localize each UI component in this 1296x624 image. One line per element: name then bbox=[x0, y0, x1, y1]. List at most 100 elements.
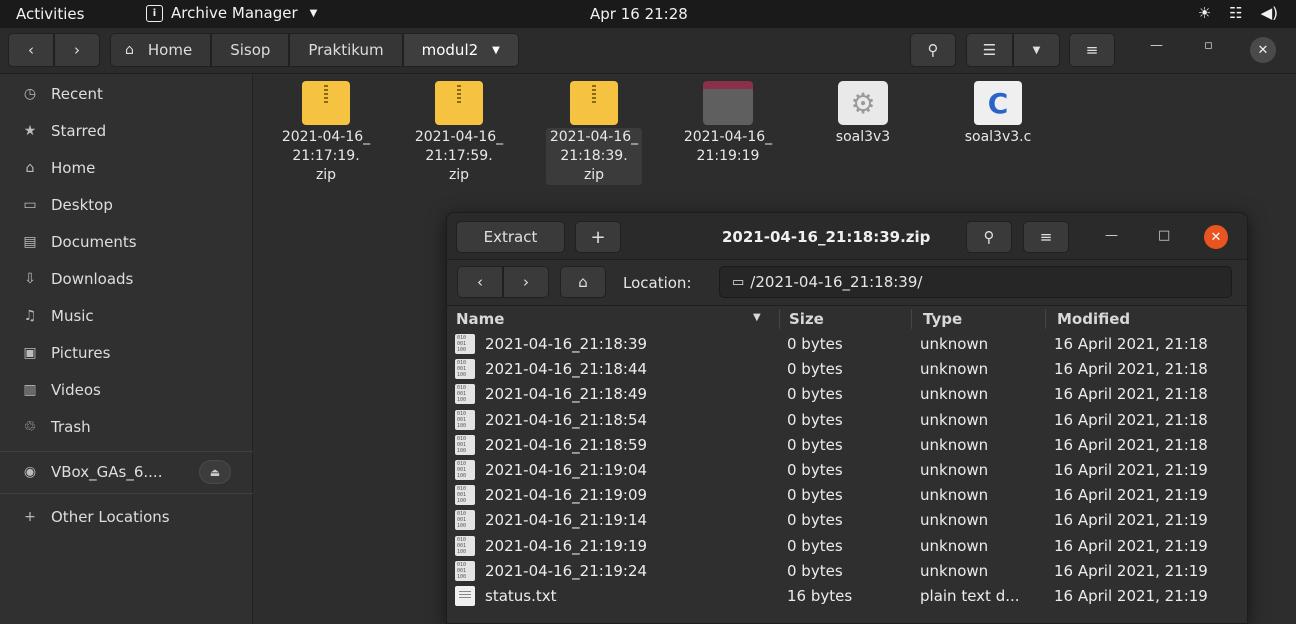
path-bar: ⌂ Home Sisop Praktikum modul2 ▼ bbox=[110, 33, 519, 67]
cell-size: 0 bytes bbox=[787, 561, 843, 580]
file-label: soal3v3.c bbox=[964, 129, 1032, 145]
binary-icon: 010 001 100 bbox=[455, 409, 475, 430]
file-item[interactable]: C soal3v3.c bbox=[938, 80, 1058, 147]
table-row[interactable]: 010 001 100 2021-04-16_21:18:44 0 bytes unkno… bbox=[447, 357, 1247, 382]
table-row[interactable]: 010 001 100 2021-04-16_21:18:39 0 bytes unkno… bbox=[447, 332, 1247, 357]
archive-manager-window: Extract + 2021-04-16_21:18:39.zip ⚲ ≡ — … bbox=[446, 212, 1248, 624]
close-button[interactable]: ✕ bbox=[1250, 37, 1276, 63]
table-row[interactable]: 010 001 100 2021-04-16_21:19:19 0 bytes unkno… bbox=[447, 534, 1247, 559]
location-field[interactable]: ▭ /2021-04-16_21:18:39/ bbox=[719, 266, 1232, 298]
sidebar-item-label: Home bbox=[51, 159, 96, 177]
sidebar-item-documents[interactable]: ▤ Documents bbox=[0, 224, 253, 260]
column-headers: Name ▼ Size Type Modified bbox=[447, 307, 1247, 331]
search-button[interactable]: ⚲ bbox=[966, 221, 1012, 253]
sidebar-item-music[interactable]: ♫ Music bbox=[0, 298, 253, 334]
table-row[interactable]: 010 001 100 2021-04-16_21:18:59 0 bytes unkno… bbox=[447, 433, 1247, 458]
table-row[interactable]: 010 001 100 2021-04-16_21:18:54 0 bytes unkno… bbox=[447, 408, 1247, 433]
minimize-button[interactable]: — bbox=[1105, 228, 1118, 243]
sidebar-item-desktop[interactable]: ▭ Desktop bbox=[0, 187, 253, 223]
sidebar-divider bbox=[0, 451, 253, 452]
crumb-home[interactable]: ⌂ Home bbox=[110, 33, 212, 67]
sidebar-item-label: Other Locations bbox=[51, 508, 170, 526]
back-button[interactable]: ‹ bbox=[457, 266, 503, 298]
add-files-button[interactable]: + bbox=[575, 221, 621, 253]
cell-type: unknown bbox=[920, 536, 989, 555]
file-item[interactable]: 2021-04-16_ 21:17:59. zip bbox=[399, 80, 519, 185]
sidebar-item-downloads[interactable]: ⇩ Downloads bbox=[0, 261, 253, 297]
sidebar-item-home[interactable]: ⌂ Home bbox=[0, 150, 253, 186]
view-list-button[interactable]: ☰ bbox=[966, 33, 1013, 67]
sidebar-item-label: Videos bbox=[51, 381, 101, 399]
crumb-sisop[interactable]: Sisop bbox=[211, 33, 290, 67]
volume-icon[interactable]: ◀) bbox=[1261, 4, 1278, 22]
cell-type: unknown bbox=[920, 435, 989, 454]
table-row[interactable]: 010 001 100 2021-04-16_21:19:14 0 bytes unkno… bbox=[447, 508, 1247, 533]
binary-icon: 010 001 100 bbox=[455, 384, 475, 405]
view-options-button[interactable]: ▼ bbox=[1013, 33, 1060, 67]
documents-icon: ▤ bbox=[23, 234, 37, 250]
file-item[interactable]: 2021-04-16_ 21:17:19. zip bbox=[266, 80, 386, 185]
cell-name: 2021-04-16_21:18:59 bbox=[485, 435, 648, 454]
close-button[interactable]: ✕ bbox=[1204, 225, 1228, 249]
sidebar-item-starred[interactable]: ★ Starred bbox=[0, 113, 253, 149]
column-type[interactable]: Type bbox=[923, 310, 962, 328]
folder-icon bbox=[703, 80, 753, 126]
top-bar: Activities i Archive Manager ▼ Apr 16 21… bbox=[0, 0, 1296, 28]
cell-size: 0 bytes bbox=[787, 410, 843, 429]
search-icon: ⚲ bbox=[927, 41, 939, 59]
table-row[interactable]: 010 001 100 2021-04-16_21:19:04 0 bytes unkno… bbox=[447, 458, 1247, 483]
sidebar-item-pictures[interactable]: ▣ Pictures bbox=[0, 335, 253, 371]
file-item[interactable]: ⚙ soal3v3 bbox=[803, 80, 923, 147]
system-tray[interactable]: ☀ ☷ ◀) bbox=[1198, 4, 1278, 22]
back-button[interactable]: ‹ bbox=[8, 33, 54, 67]
table-row[interactable]: status.txt 16 bytes plain text d... 16 Apri… bbox=[447, 584, 1247, 609]
app-menu[interactable]: i Archive Manager ▼ bbox=[146, 4, 317, 22]
crumb-label: Sisop bbox=[230, 41, 271, 59]
cell-modified: 16 April 2021, 21:18 bbox=[1054, 410, 1208, 429]
cell-name: 2021-04-16_21:19:04 bbox=[485, 461, 648, 479]
eject-button[interactable]: ⏏ bbox=[199, 460, 231, 484]
extract-button[interactable]: Extract bbox=[456, 221, 565, 253]
maximize-button[interactable]: ▫ bbox=[1204, 38, 1213, 53]
table-row[interactable]: 010 001 100 2021-04-16_21:19:09 0 bytes unkno… bbox=[447, 483, 1247, 508]
accessibility-icon[interactable]: ☀ bbox=[1198, 4, 1211, 22]
forward-button[interactable]: › bbox=[503, 266, 549, 298]
menu-button[interactable]: ≡ bbox=[1069, 33, 1115, 67]
file-item[interactable]: 2021-04-16_ 21:19:19 bbox=[668, 80, 788, 166]
sidebar-item-trash[interactable]: ♲ Trash bbox=[0, 409, 253, 445]
column-modified[interactable]: Modified bbox=[1057, 310, 1130, 328]
activities-button[interactable]: Activities bbox=[16, 5, 84, 23]
crumb-praktikum[interactable]: Praktikum bbox=[289, 33, 403, 67]
cell-modified: 16 April 2021, 21:19 bbox=[1054, 461, 1208, 479]
sidebar-item-label: VBox_GAs_6.... bbox=[51, 463, 163, 481]
location-label: Location: bbox=[623, 274, 692, 292]
crumb-label: Praktikum bbox=[308, 41, 384, 59]
zip-archive-icon bbox=[301, 80, 351, 126]
sidebar-item-videos[interactable]: ▥ Videos bbox=[0, 372, 253, 408]
sidebar-item-recent[interactable]: ◷ Recent bbox=[0, 76, 253, 112]
minimize-button[interactable]: — bbox=[1150, 38, 1163, 53]
home-button[interactable]: ⌂ bbox=[560, 266, 606, 298]
network-icon[interactable]: ☷ bbox=[1229, 4, 1242, 22]
cell-modified: 16 April 2021, 21:19 bbox=[1054, 511, 1208, 530]
menu-button[interactable]: ≡ bbox=[1023, 221, 1069, 253]
videos-icon: ▥ bbox=[23, 382, 37, 398]
sidebar-item-other-locations[interactable]: + Other Locations bbox=[0, 499, 253, 535]
maximize-button[interactable]: □ bbox=[1158, 228, 1170, 243]
forward-button[interactable]: › bbox=[54, 33, 100, 67]
cell-type: plain text d... bbox=[920, 587, 1020, 605]
table-row[interactable]: 010 001 100 2021-04-16_21:19:24 0 bytes unkno… bbox=[447, 559, 1247, 584]
clock[interactable]: Apr 16 21:28 bbox=[590, 5, 688, 23]
files-header-bar: ‹ › ⌂ Home Sisop Praktikum modul2 ▼ ⚲ ☰ … bbox=[0, 28, 1296, 74]
archive-title: 2021-04-16_21:18:39.zip bbox=[722, 228, 931, 246]
cell-modified: 16 April 2021, 21:18 bbox=[1054, 335, 1208, 353]
search-button[interactable]: ⚲ bbox=[910, 33, 956, 67]
column-size[interactable]: Size bbox=[789, 310, 824, 328]
column-name[interactable]: Name bbox=[456, 310, 504, 328]
caret-down-icon: ▼ bbox=[1032, 44, 1041, 56]
cell-size: 0 bytes bbox=[787, 360, 843, 379]
caret-down-icon: ▼ bbox=[492, 44, 500, 56]
file-item-selected[interactable]: 2021-04-16_ 21:18:39. zip bbox=[534, 80, 654, 185]
table-row[interactable]: 010 001 100 2021-04-16_21:18:49 0 bytes unkno… bbox=[447, 382, 1247, 407]
crumb-modul2[interactable]: modul2 ▼ bbox=[402, 33, 519, 67]
